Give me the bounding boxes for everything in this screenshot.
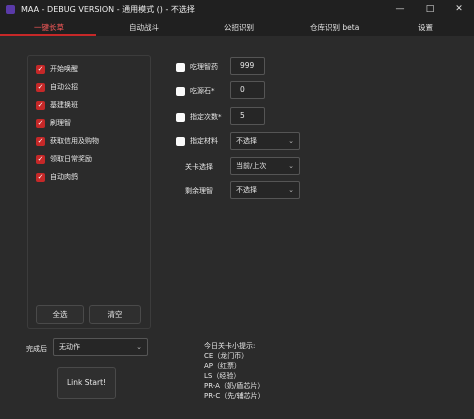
task-item-wakeup[interactable]: ✓ 开始唤醒: [36, 64, 78, 74]
minimize-icon[interactable]: —: [385, 0, 415, 18]
remaining-select[interactable]: 不选择 ⌄: [230, 181, 300, 199]
checkbox-checked-icon[interactable]: ✓: [36, 100, 45, 110]
material-select[interactable]: 不选择 ⌄: [230, 132, 300, 150]
medicine-count-input[interactable]: 999: [230, 57, 265, 75]
option-medicine[interactable]: 吃理智药: [176, 62, 218, 72]
stage-tip-line: PR-C（先/辅芯片）: [204, 392, 265, 400]
remaining-label: 剩余理智: [185, 187, 213, 195]
clear-button[interactable]: 清空: [89, 305, 141, 324]
checkbox-checked-icon[interactable]: ✓: [36, 118, 45, 128]
checkbox-checked-icon[interactable]: ✓: [36, 82, 45, 92]
tab-auto-battle[interactable]: 自动战斗: [129, 22, 159, 33]
chevron-down-icon: ⌄: [288, 137, 294, 145]
app-icon: [6, 5, 15, 14]
chevron-down-icon: ⌄: [288, 162, 294, 170]
task-item-roguelike[interactable]: ✓ 自动肉鸽: [36, 172, 78, 182]
stage-select[interactable]: 当前/上次 ⌄: [230, 157, 300, 175]
option-material[interactable]: 指定材料: [176, 136, 218, 146]
checkbox-checked-icon[interactable]: ✓: [36, 172, 45, 182]
task-item-recruit[interactable]: ✓ 自动公招: [36, 82, 78, 92]
tab-one-key[interactable]: 一键长草: [34, 22, 64, 33]
tab-depot[interactable]: 仓库识别 beta: [310, 22, 359, 33]
stage-tip-line: PR-A（奶/盾芯片）: [204, 382, 265, 390]
task-item-fight[interactable]: ✓ 刷理智: [36, 118, 71, 128]
active-tab-indicator: [0, 34, 96, 36]
task-item-infrast[interactable]: ✓ 基建换班: [36, 100, 78, 110]
stage-tip-line: LS（经验）: [204, 372, 241, 380]
task-item-award[interactable]: ✓ 领取日常奖励: [36, 154, 92, 164]
checkbox-checked-icon[interactable]: ✓: [36, 154, 45, 164]
chevron-down-icon: ⌄: [288, 186, 294, 194]
option-stone[interactable]: 吃源石*: [176, 86, 215, 96]
title-bar: MAA - DEBUG VERSION - 通用模式 () - 不选择 — □ …: [0, 0, 474, 18]
chevron-down-icon: ⌄: [136, 343, 142, 351]
checkbox-unchecked-icon[interactable]: [176, 86, 185, 96]
stage-tip-line: CE（龙门币）: [204, 352, 249, 360]
checkbox-unchecked-icon[interactable]: [176, 62, 185, 72]
checkbox-checked-icon[interactable]: ✓: [36, 136, 45, 146]
tab-settings[interactable]: 设置: [418, 22, 433, 33]
checkbox-checked-icon[interactable]: ✓: [36, 64, 45, 74]
stage-label: 关卡选择: [185, 163, 213, 171]
after-completion-select[interactable]: 无动作 ⌄: [53, 338, 148, 356]
stone-count-input[interactable]: 0: [230, 81, 265, 99]
select-all-button[interactable]: 全选: [36, 305, 84, 324]
stage-tips-title: 今日关卡小提示:: [204, 342, 256, 350]
stage-tip-line: AP（红票）: [204, 362, 242, 370]
link-start-button[interactable]: Link Start!: [57, 367, 116, 399]
close-icon[interactable]: ✕: [444, 0, 474, 18]
times-count-input[interactable]: 5: [230, 107, 265, 125]
task-item-mall[interactable]: ✓ 获取信用及购物: [36, 136, 99, 146]
task-list-panel: [27, 55, 151, 329]
checkbox-unchecked-icon[interactable]: [176, 136, 185, 146]
tab-recruit[interactable]: 公招识别: [224, 22, 254, 33]
maximize-icon[interactable]: □: [415, 0, 445, 18]
option-times[interactable]: 指定次数*: [176, 112, 222, 122]
after-completion-label: 完成后: [26, 345, 47, 353]
checkbox-unchecked-icon[interactable]: [176, 112, 185, 122]
window-title: MAA - DEBUG VERSION - 通用模式 () - 不选择: [21, 5, 195, 14]
